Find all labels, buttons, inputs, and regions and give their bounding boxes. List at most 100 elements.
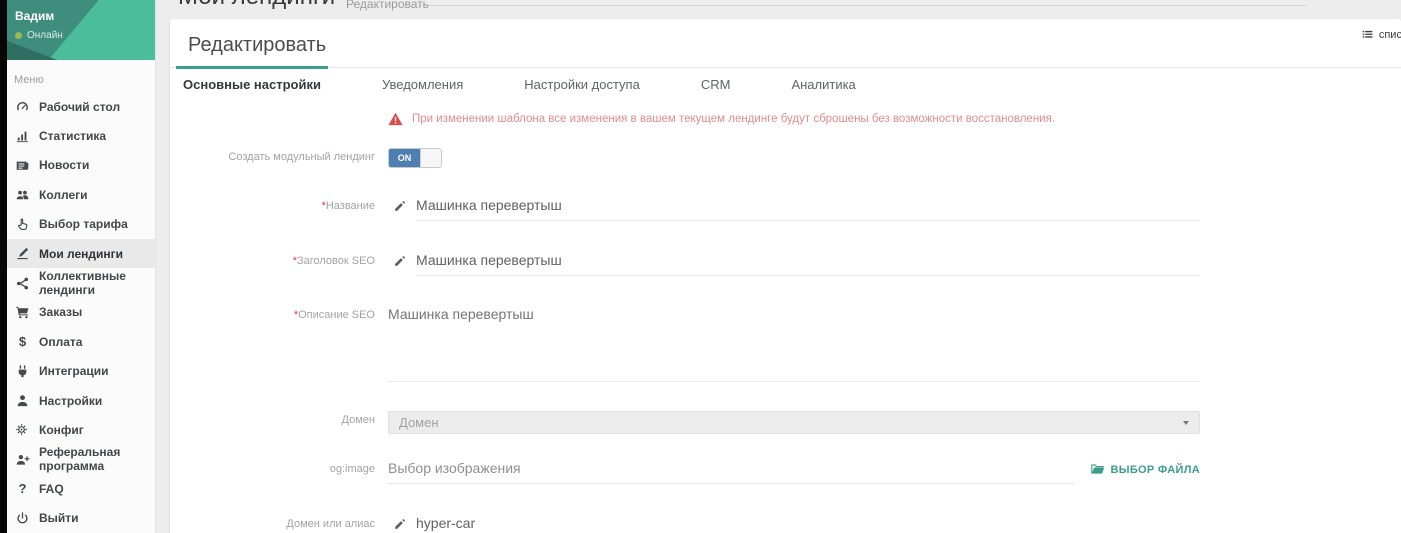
tab-crm[interactable]: CRM — [694, 68, 738, 103]
field-label-text: Описание SEO — [298, 309, 375, 321]
page-heading: Мои лендинги Редактировать — [170, 0, 1401, 19]
sidebar-item-integrations[interactable]: Интеграции — [7, 357, 155, 386]
tab-analytics[interactable]: Аналитика — [784, 68, 862, 103]
pencil-icon — [393, 199, 407, 213]
field-label: Создать модульный лендинг — [170, 148, 375, 163]
sidebar-item-logout[interactable]: Выйти — [7, 503, 155, 532]
card-header: Редактировать список — [170, 19, 1401, 67]
sidebar-item-news[interactable]: Новости — [7, 151, 155, 180]
sidebar-item-collective-landings[interactable]: Коллективные лендинги — [7, 268, 155, 297]
field-label: *Название — [170, 197, 375, 212]
sidebar-item-label: Коллеги — [39, 188, 88, 202]
toggle-knob — [420, 149, 441, 167]
sidebar-item-label: Мои лендинги — [39, 247, 123, 261]
power-icon — [15, 511, 30, 526]
list-button-label: список — [1379, 29, 1401, 41]
template-warning: При изменении шаблона все изменения в ва… — [388, 112, 1401, 126]
sidebar-item-label: Рабочий стол — [39, 100, 120, 114]
og-image-field-row: og:image ВЫБОР ФАЙЛА — [170, 460, 1401, 484]
plug-icon — [15, 364, 30, 379]
menu-section-label: Меню — [7, 60, 155, 92]
toggle-on-label: ON — [389, 149, 420, 167]
list-view-button[interactable]: список — [1361, 28, 1401, 41]
field-label: *Описание SEO — [170, 306, 375, 321]
sidebar-item-orders[interactable]: Заказы — [7, 298, 155, 327]
sidebar-item-tariff[interactable]: Выбор тарифа — [7, 210, 155, 239]
sidebar-item-referral[interactable]: Реферальная программа — [7, 445, 155, 474]
online-status-dot — [15, 32, 22, 39]
sidebar-item-colleagues[interactable]: Коллеги — [7, 180, 155, 209]
sidebar-item-label: Выйти — [39, 511, 79, 525]
left-edge — [0, 0, 7, 533]
tab-bar: Основные настройки Уведомления Настройки… — [170, 67, 1401, 103]
tab-main-settings[interactable]: Основные настройки — [176, 68, 328, 103]
sidebar-item-label: Оплата — [39, 335, 82, 349]
gears-icon — [15, 422, 30, 437]
seo-description-textarea[interactable]: Машинка перевертыш — [388, 306, 1200, 382]
domain-select-placeholder: Домен — [399, 415, 439, 430]
pencil-icon — [393, 254, 407, 268]
og-image-input[interactable] — [388, 460, 1074, 476]
sidebar-item-label: Конфиг — [39, 423, 84, 437]
sidebar-item-dashboard[interactable]: Рабочий стол — [7, 92, 155, 121]
module-landing-toggle[interactable]: ON — [388, 148, 442, 168]
seo-title-input[interactable] — [416, 252, 1200, 268]
name-field-row: *Название — [170, 197, 1401, 221]
sidebar-menu: Рабочий стол Статистика Новости Коллеги … — [7, 92, 155, 533]
seo-title-field-row: *Заголовок SEO — [170, 252, 1401, 276]
field-label: Домен или алиас — [170, 515, 375, 530]
sidebar-item-settings[interactable]: Настройки — [7, 386, 155, 415]
sidebar: Вадим Онлайн Меню Рабочий стол Статистик… — [7, 0, 156, 533]
sidebar-item-config[interactable]: Конфиг — [7, 415, 155, 444]
sidebar-item-label: Настройки — [39, 394, 102, 408]
domain-select[interactable]: Домен — [388, 411, 1200, 434]
bar-chart-icon — [15, 129, 30, 144]
seo-description-field-row: *Описание SEO Машинка перевертыш — [170, 306, 1401, 382]
alias-input[interactable] — [416, 515, 1200, 531]
warning-text: При изменении шаблона все изменения в ва… — [412, 113, 1055, 125]
card-title: Редактировать — [188, 34, 1381, 57]
user-name: Вадим — [7, 0, 155, 23]
newspaper-icon — [15, 158, 30, 173]
cart-icon — [15, 305, 30, 320]
dollar-icon: $ — [15, 334, 30, 349]
field-label: Домен — [170, 411, 375, 426]
choose-file-button[interactable]: ВЫБОР ФАЙЛА — [1090, 463, 1201, 476]
page-title: Мои лендинги — [178, 0, 335, 11]
breadcrumb-current: Редактировать — [346, 0, 429, 11]
tab-access-settings[interactable]: Настройки доступа — [517, 68, 647, 103]
choose-file-label: ВЫБОР ФАЙЛА — [1111, 464, 1201, 476]
sidebar-user-panel: Вадим Онлайн — [7, 0, 155, 60]
sidebar-item-label: Новости — [39, 158, 89, 172]
field-label: og:image — [170, 460, 375, 475]
domain-field-row: Домен Домен — [170, 411, 1401, 434]
sidebar-item-statistics[interactable]: Статистика — [7, 121, 155, 150]
module-toggle-row: Создать модульный лендинг ON — [170, 148, 1401, 168]
sidebar-item-label: Интеграции — [39, 364, 109, 378]
list-icon — [1361, 28, 1374, 41]
sidebar-item-faq[interactable]: ? FAQ — [7, 474, 155, 503]
edit-icon — [15, 246, 30, 261]
field-label-text: Название — [326, 200, 375, 212]
user-status-label: Онлайн — [27, 30, 63, 41]
user-icon — [15, 393, 30, 408]
user-status: Онлайн — [7, 23, 155, 41]
user-plus-icon — [15, 452, 30, 467]
folder-icon — [1090, 463, 1105, 476]
sidebar-item-label: Выбор тарифа — [39, 217, 128, 231]
sidebar-item-my-landings[interactable]: Мои лендинги — [7, 239, 155, 268]
sidebar-item-payment[interactable]: $ Оплата — [7, 327, 155, 356]
dashboard-icon — [15, 99, 30, 114]
tab-notifications[interactable]: Уведомления — [375, 68, 470, 103]
chevron-down-icon — [1183, 421, 1189, 425]
field-label: *Заголовок SEO — [170, 252, 375, 267]
share-icon — [15, 276, 30, 291]
edit-card: Редактировать список Основные настройки … — [170, 19, 1401, 533]
sidebar-item-label: Коллективные лендинги — [39, 269, 155, 297]
pencil-icon — [393, 517, 407, 531]
name-input[interactable] — [416, 197, 1200, 213]
sidebar-item-label: FAQ — [39, 482, 64, 496]
alias-field-row: Домен или алиас — [170, 515, 1401, 533]
sidebar-item-label: Заказы — [39, 305, 82, 319]
question-icon: ? — [15, 481, 30, 496]
